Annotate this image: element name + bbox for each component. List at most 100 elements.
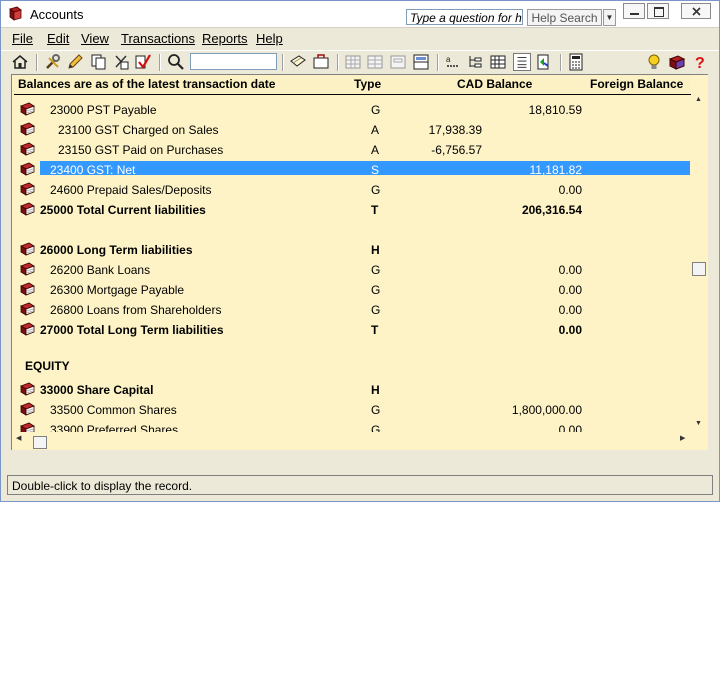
scroll-up-arrow-icon[interactable]: ▲: [695, 96, 702, 103]
account-row[interactable]: 33000 Share Capital H: [12, 380, 690, 400]
menu-file[interactable]: File: [12, 31, 33, 46]
help-question-input[interactable]: Type a question for help: [406, 9, 523, 25]
account-name: 33500 Common Shares: [50, 403, 177, 417]
cad-balance: 1,800,000.00: [511, 403, 582, 417]
minimize-button[interactable]: [623, 3, 645, 19]
toolbar-separator: [337, 54, 339, 71]
account-type: A: [371, 143, 380, 157]
cad-balance: 11,181.82: [529, 163, 583, 177]
account-type: G: [371, 283, 381, 297]
account-type: G: [371, 403, 381, 417]
account-name: 26300 Mortgage Payable: [50, 283, 185, 297]
form-view-icon[interactable]: [389, 53, 407, 71]
menu-transactions[interactable]: Transactions: [121, 31, 195, 46]
horizontal-scroll-thumb[interactable]: [33, 436, 47, 449]
menu-bar: File Edit View Transactions Reports Help: [1, 28, 719, 49]
column-header-balances[interactable]: Balances are as of the latest transactio…: [18, 77, 275, 91]
toolbar-separator: [560, 54, 562, 71]
account-row[interactable]: EQUITY: [12, 356, 690, 376]
scroll-right-arrow-icon[interactable]: ▶: [680, 434, 685, 442]
account-book-icon: [20, 282, 35, 296]
account-name: 25000 Total Current liabilities: [40, 203, 206, 217]
help-search-button[interactable]: Help Search: [527, 9, 602, 26]
scroll-left-arrow-icon[interactable]: ◀: [16, 434, 21, 442]
account-type: H: [371, 383, 380, 397]
account-row[interactable]: 26800 Loans from Shareholders G 0.00: [12, 300, 690, 320]
account-row[interactable]: 25000 Total Current liabilities T 206,316.…: [12, 200, 690, 220]
account-row[interactable]: 23100 GST Charged on Sales A 17,938.39: [12, 120, 690, 140]
scroll-down-arrow-icon[interactable]: ▼: [695, 420, 702, 427]
cad-balance: 18,810.59: [528, 103, 582, 117]
account-type: A: [371, 123, 380, 137]
account-book-icon: [20, 182, 35, 196]
account-type: H: [371, 243, 380, 257]
list-view-icon[interactable]: [513, 53, 531, 71]
cad-balance: 0.00: [558, 283, 582, 297]
account-row[interactable]: 23150 GST Paid on Purchases A -6,756.57: [12, 140, 690, 160]
account-row[interactable]: 23000 PST Payable G 18,810.59: [12, 100, 690, 120]
table-view-icon[interactable]: [366, 53, 384, 71]
account-name: 26800 Loans from Shareholders: [50, 303, 222, 317]
split-view-icon[interactable]: [412, 53, 430, 71]
copy-record-icon[interactable]: [89, 53, 107, 71]
home-icon[interactable]: [11, 53, 29, 71]
column-header-foreign-balance[interactable]: Foreign Balance: [590, 77, 683, 91]
account-row[interactable]: 27000 Total Long Term liabilities T 0.00: [12, 320, 690, 340]
account-row[interactable]: 26000 Long Term liabilities H: [12, 240, 690, 260]
account-row[interactable]: 33500 Common Shares G 1,800,000.00: [12, 400, 690, 420]
lightbulb-tip-icon[interactable]: [645, 53, 663, 71]
search-input[interactable]: [190, 53, 277, 70]
menu-reports[interactable]: Reports: [202, 31, 248, 46]
close-button[interactable]: [681, 3, 711, 19]
columns-view-icon[interactable]: [489, 53, 507, 71]
account-row[interactable]: 26200 Bank Loans G 0.00: [12, 260, 690, 280]
menu-view[interactable]: View: [81, 31, 109, 46]
account-book-icon: [20, 162, 35, 176]
column-header-type[interactable]: Type: [354, 77, 381, 91]
restore-button[interactable]: [647, 3, 669, 19]
refresh-green-icon[interactable]: [535, 53, 553, 71]
account-type: T: [371, 323, 379, 337]
help-dropdown-button[interactable]: ▼: [603, 9, 616, 26]
account-book-icon: [20, 262, 35, 276]
calculator-icon[interactable]: [567, 53, 585, 71]
account-name: 24600 Prepaid Sales/Deposits: [50, 183, 212, 197]
sub-balance: -6,756.57: [431, 143, 482, 157]
account-type: G: [371, 183, 381, 197]
tree-view-icon[interactable]: [466, 53, 484, 71]
setup-tools-icon[interactable]: [44, 53, 62, 71]
column-header-row: Balances are as of the latest transactio…: [14, 75, 691, 95]
vertical-scroll-thumb[interactable]: [692, 262, 706, 276]
cad-balance: 0.00: [558, 183, 582, 197]
help-book-icon[interactable]: [668, 53, 686, 71]
account-book-icon: [20, 302, 35, 316]
menu-help[interactable]: Help: [256, 31, 283, 46]
account-row[interactable]: 24600 Prepaid Sales/Deposits G 0.00: [12, 180, 690, 200]
account-ledger-icon[interactable]: [312, 53, 330, 71]
column-header-cad-balance[interactable]: CAD Balance: [457, 77, 532, 91]
account-book-icon: [20, 322, 35, 336]
remove-record-icon[interactable]: [112, 53, 130, 71]
account-row[interactable]: 23400 GST: Net S 11,181.82: [12, 160, 690, 180]
svg-text:a: a: [446, 55, 451, 64]
account-name: EQUITY: [25, 359, 70, 373]
cad-balance: 0.00: [558, 323, 582, 337]
journal-entry-icon[interactable]: [289, 53, 307, 71]
question-help-icon[interactable]: ?: [691, 53, 709, 71]
menu-edit[interactable]: Edit: [47, 31, 69, 46]
title-bar: Accounts Type a question for help Help S…: [1, 1, 719, 28]
close-icon: [692, 7, 701, 16]
toolbar-separator: [159, 54, 161, 71]
search-icon[interactable]: [167, 53, 185, 71]
horizontal-scrollbar[interactable]: ◀ ▶: [14, 432, 691, 448]
account-name: 26000 Long Term liabilities: [40, 243, 193, 257]
pencil-edit-icon[interactable]: [66, 53, 84, 71]
toolbar-separator: [36, 54, 38, 71]
check-validate-icon[interactable]: [134, 53, 152, 71]
selection-highlight: [40, 161, 690, 175]
svg-text:?: ?: [695, 55, 705, 71]
sort-ascending-icon[interactable]: a: [444, 53, 462, 71]
grid-view-icon[interactable]: [344, 53, 362, 71]
account-type: G: [371, 303, 381, 317]
account-row[interactable]: 26300 Mortgage Payable G 0.00: [12, 280, 690, 300]
